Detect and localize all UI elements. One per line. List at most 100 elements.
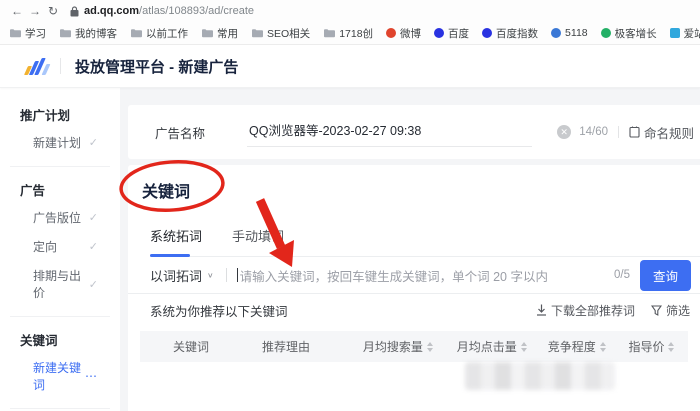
folder-icon [251, 28, 263, 38]
text-caret [237, 268, 238, 282]
check-icon: ✓ [89, 136, 98, 149]
bookmark-site[interactable]: 百度指数 [482, 26, 538, 41]
bookmark-folder[interactable]: 常用 [201, 26, 238, 41]
sidebar-divider [10, 408, 110, 409]
bookmark-folder[interactable]: 我的博客 [59, 26, 117, 41]
blurred-watermark [465, 362, 615, 390]
expand-mode-select[interactable]: 以词拓词 ∨ [150, 266, 214, 285]
query-button[interactable]: 查询 [640, 260, 691, 291]
sort-icon[interactable] [427, 342, 433, 352]
folder-icon [9, 28, 21, 38]
keywords-card: 关键词 系统拓词 手动填词 以词拓词 ∨ 请输入关键词，按回车键生成关键词，单个… [128, 165, 700, 411]
sidebar-item-label: 定向 [33, 238, 57, 255]
url-path: /atlas/108893/ad/create [139, 5, 254, 17]
sidebar-item-label: 新建关键词 [33, 359, 85, 393]
site-favicon [551, 28, 561, 38]
main-content: 广告名称 QQ浏览器等-2023-02-27 09:38 ✕ 14/60 命名规… [120, 88, 700, 411]
bookmark-label: 百度 [448, 26, 469, 41]
check-icon: ✓ [89, 278, 98, 291]
sidebar-section-plan: 推广计划 [0, 101, 120, 128]
keyword-input[interactable]: 请输入关键词，按回车键生成关键词，单个词 20 字以内 [240, 266, 606, 285]
bookmark-label: SEO相关 [267, 26, 310, 41]
ad-name-label: 广告名称 [155, 123, 247, 142]
divider [226, 268, 227, 282]
site-favicon [482, 28, 492, 38]
lock-icon [70, 6, 79, 17]
bookmark-label: 微博 [400, 26, 421, 41]
app-header: 投放管理平台 - 新建广告 [0, 45, 700, 88]
site-favicon [601, 28, 611, 38]
step-sidebar: 推广计划 新建计划✓ 广告 广告版位✓ 定向✓ 排期与出价✓ 关键词 新建关键词… [0, 88, 120, 411]
keyword-input-row: 以词拓词 ∨ 请输入关键词，按回车键生成关键词，单个词 20 字以内 0/5 查… [128, 257, 700, 294]
page: ← → ↻ ad.qq.com/atlas/108893/ad/create 学… [0, 0, 700, 411]
sidebar-divider [10, 166, 110, 167]
bookmark-site[interactable]: 5118 [551, 27, 588, 39]
sidebar-item-placement[interactable]: 广告版位✓ [0, 203, 120, 232]
naming-rules-label: 命名规则 [644, 123, 694, 142]
bookmark-label: 5118 [565, 27, 588, 39]
bookmark-label: 爱站 [684, 26, 700, 41]
naming-rules-link[interactable]: 命名规则 [629, 123, 694, 142]
sort-icon[interactable] [600, 342, 606, 352]
sidebar-item-label: 排期与出价 [33, 267, 89, 301]
col-competition[interactable]: 竞争程度 [539, 338, 615, 355]
bookmark-folder[interactable]: 学习 [9, 26, 46, 41]
sort-icon[interactable] [668, 342, 674, 352]
sidebar-item-targeting[interactable]: 定向 ✓ [0, 232, 120, 261]
bookmark-label: 百度指数 [496, 26, 538, 41]
tab-system-expand[interactable]: 系统拓词 [150, 226, 202, 256]
page-title: 投放管理平台 - 新建广告 [75, 56, 238, 77]
check-icon: ✓ [89, 240, 98, 253]
bookmark-site[interactable]: 微博 [386, 26, 421, 41]
sidebar-item-schedule-bid[interactable]: 排期与出价✓ [0, 261, 120, 307]
sidebar-divider [10, 316, 110, 317]
forward-icon[interactable]: → [26, 4, 44, 18]
col-guide-price[interactable]: 指导价 [615, 338, 688, 355]
download-icon [536, 304, 547, 316]
header-divider [60, 58, 61, 74]
more-icon: ⋯ [85, 369, 98, 383]
recommend-hint: 系统为你推荐以下关键词 [150, 301, 288, 320]
bookmark-site[interactable]: 爱站 [670, 26, 700, 41]
ad-name-input[interactable]: QQ浏览器等-2023-02-27 09:38 [247, 118, 532, 147]
download-all-label: 下载全部推荐词 [551, 302, 635, 319]
filter-link[interactable]: 筛选 [651, 302, 690, 319]
bookmark-folder[interactable]: SEO相关 [251, 26, 310, 41]
tab-manual-fill[interactable]: 手动填词 [232, 226, 284, 256]
folder-icon [130, 28, 142, 38]
sidebar-item-label: 新建计划 [33, 134, 81, 151]
chevron-down-icon: ∨ [207, 271, 214, 280]
site-favicon [386, 28, 396, 38]
bookmark-folder[interactable]: 1718创 [323, 26, 373, 41]
ad-name-char-count: 14/60 [579, 126, 608, 138]
bookmark-label: 常用 [217, 26, 238, 41]
document-icon [629, 126, 640, 138]
col-keyword: 关键词 [140, 338, 262, 355]
col-monthly-clicks[interactable]: 月均点击量 [445, 338, 539, 355]
keywords-section-title: 关键词 [142, 178, 700, 202]
back-icon[interactable]: ← [8, 4, 26, 18]
divider [618, 126, 619, 138]
bookmarks-bar: 学习 我的博客 以前工作 常用 SEO相关 1718创 微博 百度 百度指数 5… [0, 22, 700, 45]
bookmark-site[interactable]: 极客增长 [601, 26, 657, 41]
bookmark-label: 以前工作 [146, 26, 188, 41]
sidebar-item-new-keywords[interactable]: 新建关键词⋯ [0, 353, 120, 399]
bookmark-site[interactable]: 百度 [434, 26, 469, 41]
clear-icon[interactable]: ✕ [557, 125, 571, 139]
bookmark-label: 极客增长 [615, 26, 657, 41]
col-monthly-search[interactable]: 月均搜索量 [351, 338, 445, 355]
keywords-tabs: 系统拓词 手动填词 [150, 226, 700, 257]
folder-icon [323, 28, 335, 38]
url-bar[interactable]: ad.qq.com/atlas/108893/ad/create [70, 5, 254, 17]
folder-icon [201, 28, 213, 38]
sidebar-item-new-plan[interactable]: 新建计划 ✓ [0, 128, 120, 157]
url-host: ad.qq.com [84, 5, 139, 17]
expand-mode-label: 以词拓词 [150, 266, 202, 285]
check-icon: ✓ [89, 211, 98, 224]
platform-logo-icon [26, 57, 48, 75]
folder-icon [59, 28, 71, 38]
download-all-link[interactable]: 下载全部推荐词 [536, 302, 635, 319]
sort-icon[interactable] [521, 342, 527, 352]
reload-icon[interactable]: ↻ [44, 4, 62, 18]
bookmark-folder[interactable]: 以前工作 [130, 26, 188, 41]
